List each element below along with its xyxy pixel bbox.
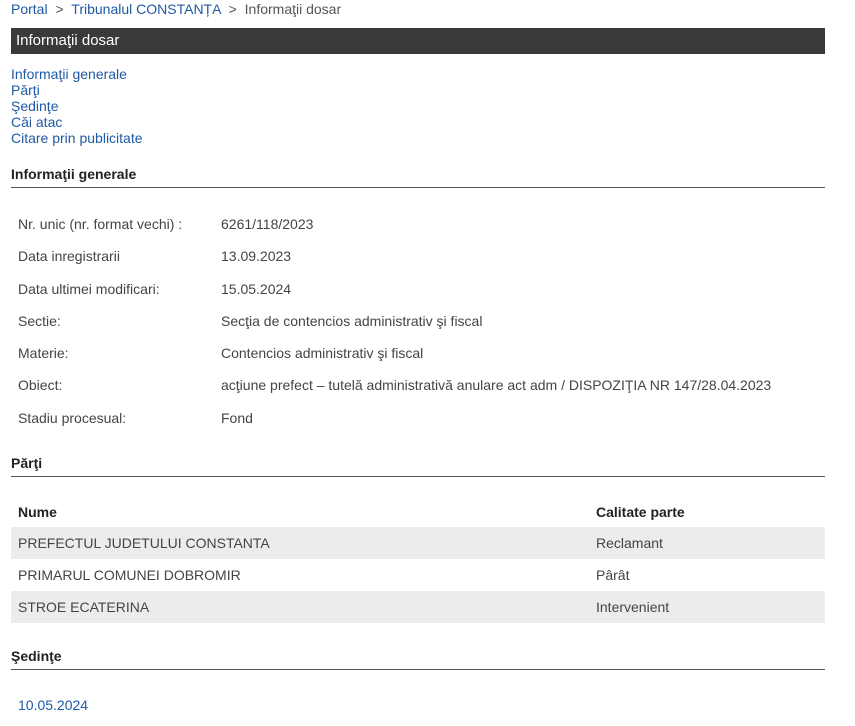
toc-link-sedinte[interactable]: Şedinţe [11,98,143,114]
info-row-data-inregistrarii: Data inregistrarii 13.09.2023 [18,248,771,280]
info-label: Stadiu procesual: [18,409,127,426]
info-value: acţiune prefect – tutelă administrativă … [221,377,772,394]
column-header-calitate: Calitate parte [596,504,685,520]
sedinta-date-link[interactable]: 10.05.2024 [18,697,88,713]
party-role: Intervenient [596,599,670,615]
breadcrumb-separator: > [55,1,64,17]
breadcrumb-current: Informaţii dosar [244,1,342,17]
breadcrumb-portal-link[interactable]: Portal [11,1,48,17]
info-value: Secţia de contencios administrativ şi fi… [221,312,483,329]
info-value: 15.05.2024 [221,280,292,297]
toc-link-parti[interactable]: Părţi [11,82,143,98]
page-title: Informaţii dosar [11,28,825,54]
table-row: PRIMARUL COMUNEI DOBROMIR Pârât [11,559,825,591]
info-value: Contencios administrativ şi fiscal [221,345,424,362]
breadcrumb-court-link[interactable]: Tribunalul CONSTANȚA [71,1,220,17]
info-label: Data ultimei modificari: [18,280,160,297]
section-heading-sedinte: Şedinţe [11,648,825,670]
table-of-contents: Informaţii generale Părţi Şedinţe Căi at… [11,66,143,146]
column-header-name: Nume [18,504,57,520]
section-heading-general: Informaţii generale [11,166,825,188]
table-header-row: Nume Calitate parte [11,497,825,527]
info-value: 13.09.2023 [221,248,292,265]
breadcrumb: Portal > Tribunalul CONSTANȚA > Informaţ… [11,1,341,17]
general-info-table: Nr. unic (nr. format vechi) : 6261/118/2… [18,216,771,442]
info-value: Fond [221,409,253,426]
info-label: Data inregistrarii [18,248,120,265]
party-role: Reclamant [596,535,663,551]
table-row: PREFECTUL JUDETULUI CONSTANTA Reclamant [11,527,825,559]
info-row-data-modificari: Data ultimei modificari: 15.05.2024 [18,281,771,313]
toc-link-general[interactable]: Informaţii generale [11,66,143,82]
info-value: 6261/118/2023 [221,216,314,232]
parti-table: Nume Calitate parte PREFECTUL JUDETULUI … [11,497,825,623]
table-row: STROE ECATERINA Intervenient [11,591,825,623]
breadcrumb-separator: > [228,1,237,17]
party-name: STROE ECATERINA [18,599,150,615]
info-row-nr-unic: Nr. unic (nr. format vechi) : 6261/118/2… [18,216,771,248]
info-label: Obiect: [18,377,63,394]
party-role: Pârât [596,567,630,583]
info-label: Sectie: [18,312,61,329]
info-row-stadiu: Stadiu procesual: Fond [18,410,771,442]
info-row-materie: Materie: Contencios administrativ şi fis… [18,345,771,377]
toc-link-cai-atac[interactable]: Căi atac [11,114,143,130]
party-name: PREFECTUL JUDETULUI CONSTANTA [18,535,270,551]
toc-link-citare[interactable]: Citare prin publicitate [11,130,143,146]
info-row-sectie: Sectie: Secţia de contencios administrat… [18,313,771,345]
party-name: PRIMARUL COMUNEI DOBROMIR [18,567,241,583]
section-heading-parti: Părţi [11,455,825,477]
info-label: Nr. unic (nr. format vechi) : [18,216,183,232]
info-label: Materie: [18,345,69,362]
info-row-obiect: Obiect: acţiune prefect – tutelă adminis… [18,377,771,409]
